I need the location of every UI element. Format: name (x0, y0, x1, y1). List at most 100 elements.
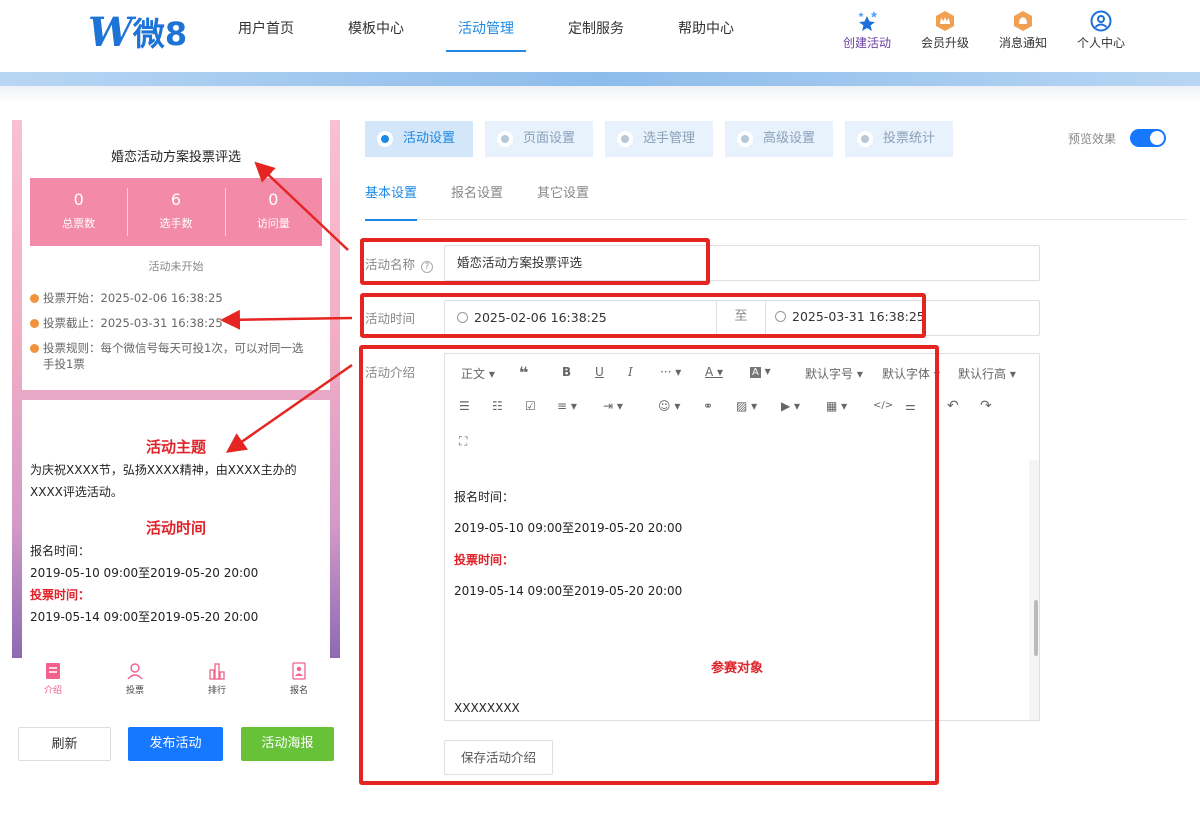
stat-value: 0 (73, 190, 84, 209)
nav-template-center[interactable]: 模板中心 (332, 0, 420, 56)
refresh-button[interactable]: 刷新 (18, 727, 111, 761)
tab-advanced-settings[interactable]: 高级设置 (725, 121, 833, 157)
line-height-dropdown[interactable]: 默认行高 ▾ (958, 365, 1016, 382)
nav-custom-service[interactable]: 定制服务 (552, 0, 640, 56)
member-upgrade-label: 会员升级 (920, 36, 969, 50)
stat-value: 0 (268, 190, 279, 209)
subtab-registration[interactable]: 报名设置 (451, 178, 503, 220)
preview-tabbar: 介绍 投票 排行 报名 (12, 658, 340, 700)
banner-fade (0, 86, 1200, 102)
annotation-box-time (360, 293, 926, 338)
preview-stats: 0 总票数 6 选手数 0 访问量 (30, 178, 322, 246)
notifications-label: 消息通知 (998, 36, 1047, 50)
tabbar-vote[interactable]: 投票 (94, 658, 176, 700)
preview-summary-card: 婚恋活动方案投票评选 0 总票数 6 选手数 0 访问量 活动未开始 投票开始：… (22, 120, 330, 390)
info-row: 投票截止：2025-03-31 16:38:25 (30, 315, 322, 331)
annotation-box-name (360, 238, 710, 285)
preview-intro-card: 活动主题 为庆祝XXXX节，弘扬XXXX精神，由XXXX主办的XXXX评选活动。… (22, 400, 330, 658)
info-row: 投票规则：每个微信号每天可投1次，可以对同一选手投1票 (30, 340, 322, 372)
vote-label: 投票时间： (30, 588, 91, 602)
nav-user-home[interactable]: 用户首页 (222, 0, 310, 56)
tabbar-label: 报名 (289, 686, 308, 696)
time-heading: 活动时间 (145, 519, 206, 537)
stat-total-votes: 0 总票数 (30, 178, 127, 246)
redo-icon[interactable]: ↷ (980, 398, 992, 414)
preview-toggle-group: 预览效果 (1068, 129, 1167, 147)
tabbar-rank[interactable]: 排行 (176, 658, 258, 700)
advanced-icon (737, 131, 753, 147)
top-header: W 微8 用户首页 模板中心 活动管理 定制服务 帮助中心 创建活动 会员升级 (0, 0, 1200, 72)
publish-activity-button[interactable]: 发布活动 (128, 727, 223, 761)
notifications-button[interactable]: 消息通知 (984, 10, 1062, 51)
tab-page-settings[interactable]: 页面设置 (485, 121, 593, 157)
tab-vote-statistics[interactable]: 投票统计 (845, 121, 953, 157)
vote-end-text: 投票截止：2025-03-31 16:38:25 (43, 316, 223, 330)
reg-time: 2019-05-10 09:00至2019-05-20 20:00 (30, 566, 259, 580)
theme-heading: 活动主题 (145, 438, 206, 456)
tab-label: 高级设置 (763, 131, 816, 146)
preview-toggle[interactable] (1130, 129, 1167, 147)
stat-visits: 0 访问量 (224, 178, 322, 246)
tab-label: 页面设置 (523, 131, 576, 146)
bar-chart-icon (209, 663, 225, 680)
subtab-basic[interactable]: 基本设置 (365, 178, 418, 221)
tabbar-label: 投票 (125, 686, 144, 696)
header-actions: 创建活动 会员升级 消息通知 个人中心 (828, 10, 1140, 51)
stat-label: 选手数 (159, 217, 193, 230)
vote-rule-text: 投票规则：每个微信号每天可投1次，可以对同一选手投1票 (43, 341, 304, 371)
create-activity-label: 创建活动 (842, 36, 891, 50)
crown-badge-icon (936, 11, 954, 31)
create-activity-button[interactable]: 创建活动 (828, 10, 906, 51)
tabbar-intro[interactable]: 介绍 (12, 658, 94, 700)
personal-center-label: 个人中心 (1076, 36, 1125, 50)
settings-tabs: 活动设置 页面设置 选手管理 高级设置 投票统计 (365, 121, 965, 157)
theme-text: 为庆祝XXXX节，弘扬XXXX精神，由XXXX主办的XXXX评选活动。 (30, 463, 297, 499)
user-circle-icon (1090, 10, 1112, 32)
nav-activity-management[interactable]: 活动管理 (442, 0, 530, 56)
statistics-icon (857, 131, 873, 147)
tabbar-label: 介绍 (43, 686, 62, 696)
activity-status: 活动未开始 (148, 260, 204, 273)
tab-label: 选手管理 (643, 131, 696, 146)
logo-text: 微8 (132, 15, 188, 53)
tab-label: 投票统计 (883, 131, 936, 146)
stat-value: 6 (170, 190, 182, 209)
info-dot-icon (30, 344, 39, 353)
vote-start-text: 投票开始：2025-02-06 16:38:25 (43, 291, 223, 305)
stat-contestants: 6 选手数 (127, 178, 224, 246)
undo-icon[interactable]: ↶ (947, 398, 959, 414)
register-icon (292, 662, 306, 680)
sub-tabs: 基本设置 报名设置 其它设置 (365, 178, 1187, 221)
tabbar-label: 排行 (207, 686, 226, 696)
tab-contestant-management[interactable]: 选手管理 (605, 121, 713, 157)
intro-icon (46, 663, 60, 679)
editor-scroll-thumb[interactable] (1034, 600, 1038, 656)
editor-scrollbar[interactable] (1029, 460, 1039, 720)
user-icon (617, 131, 633, 147)
preview-label: 预览效果 (1068, 131, 1117, 146)
info-dot-icon (30, 294, 39, 303)
tab-activity-settings[interactable]: 活动设置 (365, 121, 473, 157)
subtab-other[interactable]: 其它设置 (537, 178, 589, 220)
member-upgrade-button[interactable]: 会员升级 (906, 10, 984, 51)
stat-label: 访问量 (256, 217, 290, 230)
preview-title: 婚恋活动方案投票评选 (110, 150, 241, 165)
activity-poster-button[interactable]: 活动海报 (241, 727, 334, 761)
tabbar-register[interactable]: 报名 (258, 658, 340, 700)
info-dot-icon (30, 319, 39, 328)
vote-time: 2019-05-14 09:00至2019-05-20 20:00 (30, 610, 259, 624)
person-icon (127, 663, 143, 680)
personal-center-button[interactable]: 个人中心 (1062, 10, 1140, 51)
nav-help-center[interactable]: 帮助中心 (662, 0, 750, 56)
annotation-box-intro (359, 345, 939, 785)
main-nav: 用户首页 模板中心 活动管理 定制服务 帮助中心 (222, 0, 772, 56)
stars-icon (858, 11, 878, 31)
logo[interactable]: W 微8 (88, 9, 188, 56)
heart-icon (377, 131, 393, 147)
page-icon (497, 131, 513, 147)
header-banner (0, 72, 1200, 86)
stat-label: 总票数 (62, 217, 96, 230)
mobile-preview: 婚恋活动方案投票评选 0 总票数 6 选手数 0 访问量 活动未开始 投票开始：… (12, 120, 340, 658)
logo-mark: W (88, 8, 133, 56)
reg-label: 报名时间： (30, 544, 91, 558)
